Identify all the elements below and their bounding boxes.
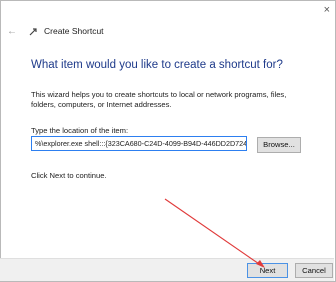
location-input[interactable]: %\explorer.exe shell:::{323CA680-C24D-40… bbox=[31, 136, 247, 151]
wizard-title: Create Shortcut bbox=[44, 26, 104, 36]
close-icon[interactable]: × bbox=[324, 4, 330, 16]
wizard-description: This wizard helps you to create shortcut… bbox=[31, 90, 287, 109]
shortcut-wizard-icon bbox=[29, 28, 37, 36]
browse-button[interactable]: Browse... bbox=[257, 137, 301, 153]
location-label: Type the location of the item: bbox=[31, 126, 129, 135]
create-shortcut-dialog: × ← Create Shortcut What item would you … bbox=[0, 0, 336, 282]
cancel-button[interactable]: Cancel bbox=[295, 263, 333, 278]
page-heading: What item would you like to create a sho… bbox=[31, 59, 283, 71]
back-arrow-icon[interactable]: ← bbox=[7, 26, 17, 37]
next-button[interactable]: Next bbox=[247, 263, 288, 278]
continue-instruction: Click Next to continue. bbox=[31, 171, 107, 180]
